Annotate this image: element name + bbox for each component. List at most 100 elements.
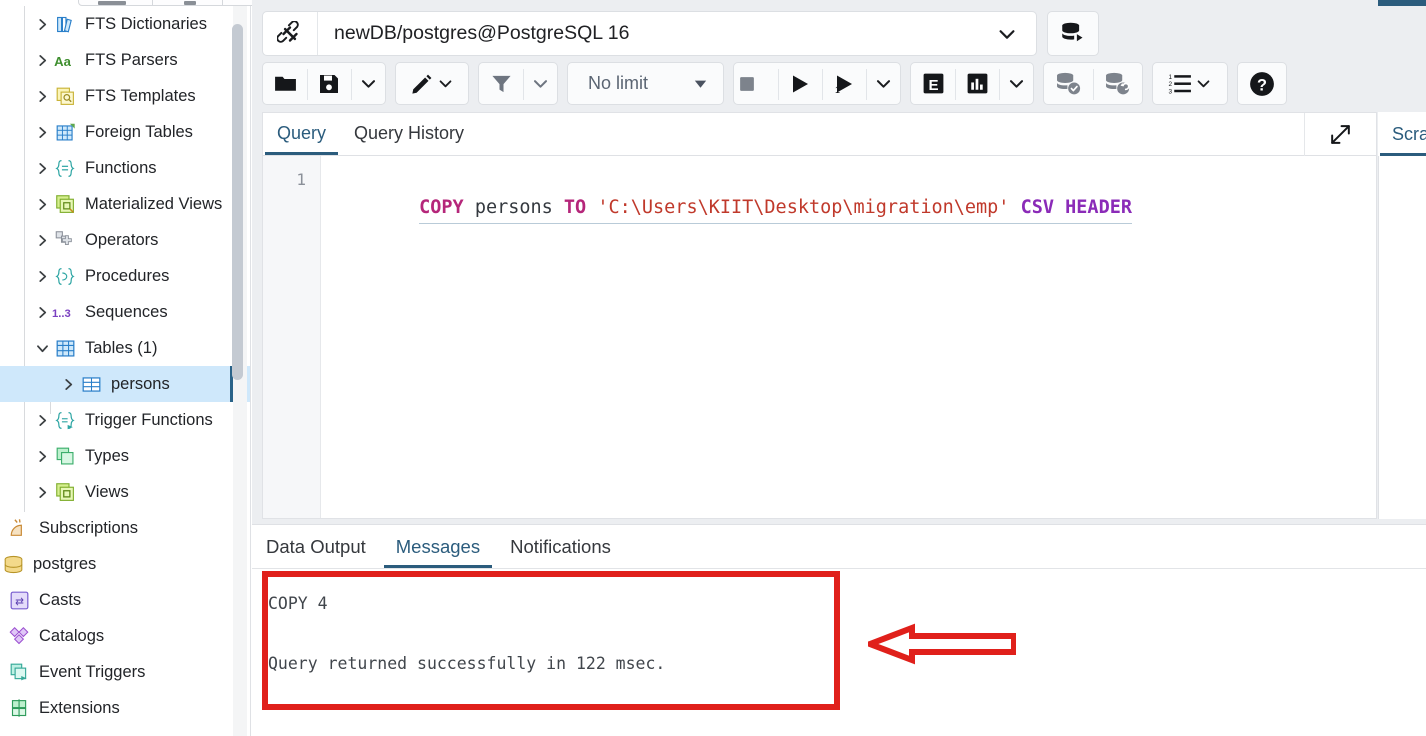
editor-gutter: 1 bbox=[263, 156, 321, 518]
sidebar-item-persons[interactable]: persons bbox=[0, 366, 251, 402]
sidebar-item-fts-parsers[interactable]: Aa FTS Parsers bbox=[0, 42, 251, 78]
sidebar-item-label: Catalogs bbox=[39, 627, 104, 646]
row-limit-select[interactable]: No limit bbox=[568, 63, 723, 104]
save-file-button[interactable] bbox=[307, 63, 351, 104]
help-button[interactable]: ? bbox=[1238, 63, 1286, 104]
sidebar-item-event-triggers[interactable]: Event Triggers bbox=[0, 654, 251, 690]
fts-templates-icon bbox=[52, 85, 78, 107]
sidebar-item-views[interactable]: Views bbox=[0, 474, 251, 510]
sql-token-keyword: COPY bbox=[419, 197, 464, 218]
tab-query[interactable]: Query bbox=[263, 112, 340, 155]
svg-text:1: 1 bbox=[835, 85, 840, 95]
explain-analyze-button[interactable] bbox=[955, 63, 999, 104]
chevron-right-icon[interactable] bbox=[32, 450, 52, 463]
connection-title: newDB/postgres@PostgreSQL 16 bbox=[318, 22, 978, 45]
filter-dropdown-button[interactable] bbox=[523, 63, 557, 104]
chevron-right-icon[interactable] bbox=[32, 18, 52, 31]
sidebar-item-tables-1[interactable]: Tables (1) bbox=[0, 330, 251, 366]
sidebar-item-sequences[interactable]: 1..3Sequences bbox=[0, 294, 251, 330]
sidebar-item-types[interactable]: Types bbox=[0, 438, 251, 474]
chevron-right-icon[interactable] bbox=[32, 306, 52, 319]
procedures-icon bbox=[52, 265, 78, 287]
sidebar-item-extensions[interactable]: Extensions bbox=[0, 690, 251, 726]
tab-notifications[interactable]: Notifications bbox=[495, 525, 626, 568]
sidebar-item-postgres[interactable]: postgres bbox=[0, 546, 251, 582]
sidebar-scrollbar-thumb[interactable] bbox=[232, 24, 243, 380]
manage-connections-button[interactable] bbox=[1047, 11, 1099, 56]
execute-button[interactable] bbox=[778, 63, 822, 104]
sql-code-area[interactable]: COPY persons TO 'C:\Users\KIIT\Desktop\m… bbox=[321, 156, 1376, 518]
functions-icon bbox=[52, 157, 78, 179]
sql-token-keyword2: HEADER bbox=[1065, 197, 1132, 218]
chevron-right-icon[interactable] bbox=[32, 414, 52, 427]
tab-scratch-pad[interactable]: Scratch Pad bbox=[1378, 113, 1426, 156]
types-icon bbox=[52, 445, 78, 467]
sidebar-item-label: FTS Parsers bbox=[85, 51, 178, 70]
sidebar-item-label: FTS Dictionaries bbox=[85, 15, 207, 34]
macros-button[interactable]: 1 2 3 bbox=[1153, 63, 1227, 104]
open-file-button[interactable] bbox=[263, 63, 307, 104]
pgadmin-query-tool-window: FTS Dictionaries Aa FTS Parsers FTS Templat… bbox=[0, 0, 1426, 736]
chevron-right-icon[interactable] bbox=[32, 198, 52, 211]
object-browser-sidebar[interactable]: FTS Dictionaries Aa FTS Parsers FTS Templat… bbox=[0, 6, 251, 736]
rollback-button[interactable] bbox=[1093, 63, 1142, 104]
results-tabbar: Data Output Messages Notifications bbox=[252, 525, 1426, 569]
chevron-right-icon[interactable] bbox=[32, 234, 52, 247]
chevron-right-icon[interactable] bbox=[32, 486, 52, 499]
svg-text:1..3: 1..3 bbox=[52, 307, 71, 319]
sidebar-item-foreign-tables[interactable]: Foreign Tables bbox=[0, 114, 251, 150]
sql-token-plain bbox=[1054, 197, 1065, 218]
sidebar-scrollbar-track[interactable] bbox=[233, 6, 247, 736]
filter-button[interactable] bbox=[479, 63, 523, 104]
expand-diagonal-icon[interactable] bbox=[1304, 113, 1376, 156]
tab-messages[interactable]: Messages bbox=[381, 525, 495, 568]
sql-token-plain bbox=[464, 197, 475, 218]
sidebar-item-fts-templates[interactable]: FTS Templates bbox=[0, 78, 251, 114]
explain-dropdown-button[interactable] bbox=[999, 63, 1033, 104]
tab-query-history[interactable]: Query History bbox=[340, 112, 478, 155]
sidebar-item-functions[interactable]: Functions bbox=[0, 150, 251, 186]
chevron-down-icon[interactable] bbox=[978, 23, 1036, 45]
execute-dropdown-button[interactable] bbox=[866, 63, 900, 104]
catalogs-icon bbox=[6, 625, 32, 647]
sidebar-item-label: postgres bbox=[33, 555, 96, 574]
sidebar-item-materialized-views[interactable]: Materialized Views bbox=[0, 186, 251, 222]
tab-messages-label: Messages bbox=[396, 536, 480, 558]
sidebar-item-catalogs[interactable]: Catalogs bbox=[0, 618, 251, 654]
sql-token-plain bbox=[1009, 197, 1020, 218]
svg-text:⇄: ⇄ bbox=[15, 595, 24, 607]
sidebar-item-fts-dictionaries[interactable]: FTS Dictionaries bbox=[0, 6, 251, 42]
chevron-right-icon[interactable] bbox=[32, 270, 52, 283]
tab-data-output[interactable]: Data Output bbox=[252, 525, 381, 568]
save-dropdown-button[interactable] bbox=[351, 63, 385, 104]
tables-icon bbox=[52, 337, 78, 359]
scratch-pad-body[interactable] bbox=[1378, 156, 1426, 519]
chevron-right-icon[interactable] bbox=[32, 126, 52, 139]
sidebar-item-casts[interactable]: ⇄Casts bbox=[0, 582, 251, 618]
edit-button[interactable] bbox=[396, 63, 468, 104]
chevron-right-icon[interactable] bbox=[32, 54, 52, 67]
sidebar-item-label: Functions bbox=[85, 159, 157, 178]
sql-token-plain bbox=[553, 197, 564, 218]
sidebar-item-procedures[interactable]: Procedures bbox=[0, 258, 251, 294]
sidebar-item-trigger-functions[interactable]: Trigger Functions bbox=[0, 402, 251, 438]
sidebar-item-subscriptions[interactable]: Subscriptions bbox=[0, 510, 251, 546]
chevron-right-icon[interactable] bbox=[32, 90, 52, 103]
sidebar-item-label: Subscriptions bbox=[39, 519, 138, 538]
explain-button[interactable]: E bbox=[911, 63, 955, 104]
chevron-right-icon[interactable] bbox=[32, 162, 52, 175]
sql-editor[interactable]: 1 COPY persons TO 'C:\Users\KIIT\Desktop… bbox=[262, 156, 1377, 519]
tab-query-history-label: Query History bbox=[354, 123, 464, 144]
execute-script-button[interactable]: 1 bbox=[822, 63, 866, 104]
svg-text:Aa: Aa bbox=[54, 53, 71, 68]
chevron-right-icon[interactable] bbox=[58, 378, 78, 391]
stop-button[interactable] bbox=[734, 63, 778, 104]
svg-text:?: ? bbox=[1257, 76, 1267, 94]
toolbar-sliver-glyph bbox=[98, 1, 126, 5]
commit-button[interactable] bbox=[1044, 63, 1093, 104]
sidebar-item-label: Procedures bbox=[85, 267, 169, 286]
results-panel: Data Output Messages Notifications COPY … bbox=[252, 524, 1426, 736]
connection-dropdown[interactable]: newDB/postgres@PostgreSQL 16 bbox=[262, 11, 1037, 56]
sidebar-item-operators[interactable]: Operators bbox=[0, 222, 251, 258]
chevron-down-icon[interactable] bbox=[32, 343, 52, 354]
